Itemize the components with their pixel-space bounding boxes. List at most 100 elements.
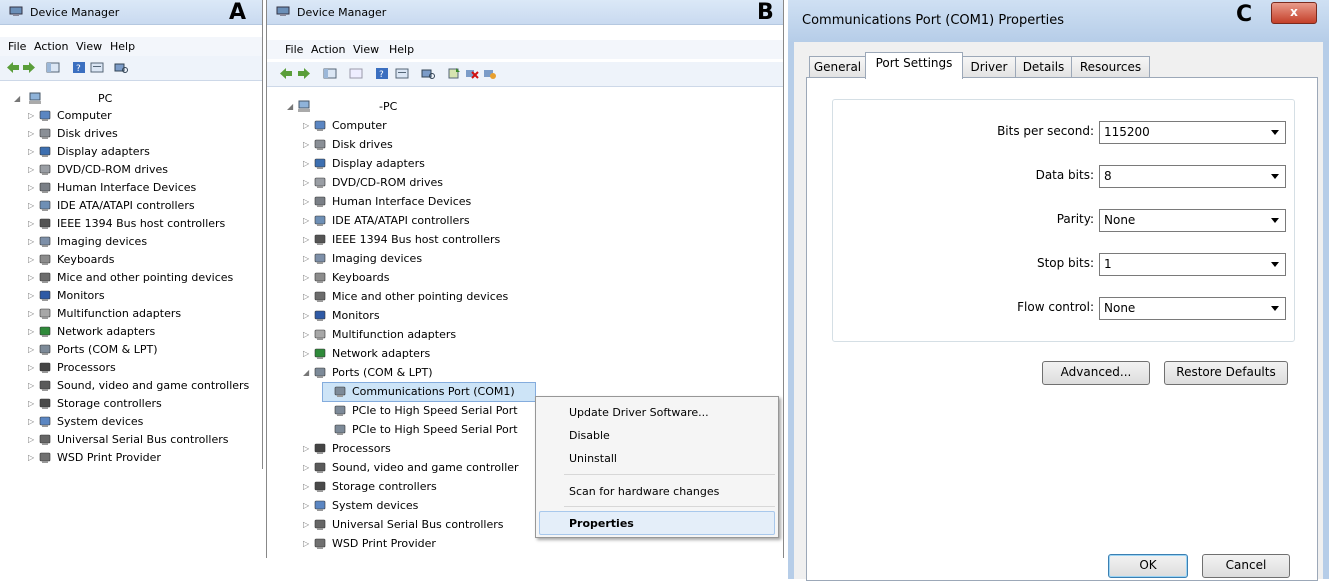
ide-controller-icon (38, 199, 52, 212)
data-bits-select[interactable]: 8 (1099, 165, 1286, 188)
properties-icon[interactable] (90, 61, 104, 74)
cancel-button[interactable]: Cancel (1202, 554, 1290, 578)
expand-arrow-icon[interactable]: ▷ (28, 345, 35, 354)
expand-arrow-icon[interactable]: ▷ (28, 381, 35, 390)
tab-resources[interactable]: Resources (1071, 56, 1150, 78)
expand-arrow-icon[interactable]: ▷ (303, 216, 310, 225)
tab-general[interactable]: General (809, 56, 866, 78)
close-button[interactable]: x (1271, 2, 1317, 24)
expand-arrow-icon[interactable]: ▷ (28, 363, 35, 372)
bits-per-second-select[interactable]: 115200 (1099, 121, 1286, 144)
collapse-arrow-icon[interactable]: ◢ (14, 94, 21, 103)
expand-arrow-icon[interactable]: ▷ (28, 417, 35, 426)
expand-arrow-icon[interactable]: ▷ (28, 147, 35, 156)
collapse-arrow-icon[interactable]: ◢ (287, 102, 294, 111)
tree-item-label: IEEE 1394 Bus host controllers (332, 233, 501, 246)
expand-arrow-icon[interactable]: ▷ (28, 273, 35, 282)
expand-arrow-icon[interactable]: ▷ (303, 273, 310, 282)
expand-arrow-icon[interactable]: ▷ (303, 121, 310, 130)
expand-arrow-icon[interactable]: ▷ (28, 111, 35, 120)
expand-arrow-icon[interactable]: ▷ (303, 444, 310, 453)
menu-file[interactable]: File (8, 40, 26, 53)
scan-hardware-icon[interactable] (114, 61, 128, 74)
show-hide-console-tree-icon[interactable] (323, 67, 337, 80)
expand-arrow-icon[interactable]: ▷ (28, 129, 35, 138)
expand-arrow-icon[interactable]: ▷ (303, 197, 310, 206)
tree-item-label: Sound, video and game controllers (57, 379, 250, 392)
expand-arrow-icon[interactable]: ▷ (28, 237, 35, 246)
flow-control-select[interactable]: None (1099, 297, 1286, 320)
forward-arrow-icon[interactable] (297, 67, 311, 80)
expand-arrow-icon[interactable]: ▷ (303, 159, 310, 168)
menu-item-uninstall[interactable]: Uninstall (536, 447, 778, 469)
menu-action[interactable]: Action (34, 40, 68, 53)
expand-arrow-icon[interactable]: ▷ (28, 327, 35, 336)
tab-details[interactable]: Details (1015, 56, 1072, 78)
help-icon[interactable]: ? (72, 61, 86, 74)
advanced-button[interactable]: Advanced... (1042, 361, 1150, 385)
stop-bits-select[interactable]: 1 (1099, 253, 1286, 276)
usb-icon (313, 518, 327, 531)
show-hide-console-tree-icon[interactable] (46, 61, 60, 74)
expand-arrow-icon[interactable]: ▷ (28, 165, 35, 174)
menu-item-properties[interactable]: Properties (539, 511, 775, 535)
expand-arrow-icon[interactable]: ▷ (28, 201, 35, 210)
expand-arrow-icon[interactable]: ▷ (303, 140, 310, 149)
menu-view[interactable]: View (353, 43, 379, 56)
expand-arrow-icon[interactable]: ▷ (303, 254, 310, 263)
menu-view[interactable]: View (76, 40, 102, 53)
update-driver-icon[interactable] (447, 67, 461, 80)
toolbar-a: ? (0, 56, 262, 81)
disable-device-icon[interactable] (483, 67, 497, 80)
help-icon[interactable]: ? (375, 67, 389, 80)
expand-arrow-icon[interactable]: ▷ (28, 435, 35, 444)
expand-arrow-icon[interactable]: ▷ (28, 291, 35, 300)
expand-arrow-icon[interactable]: ◢ (303, 368, 310, 377)
expand-arrow-icon[interactable]: ▷ (303, 520, 310, 529)
tab-port-settings[interactable]: Port Settings (865, 52, 963, 79)
scan-hardware-icon[interactable] (421, 67, 435, 80)
expand-arrow-icon[interactable]: ▷ (303, 311, 310, 320)
restore-defaults-button[interactable]: Restore Defaults (1164, 361, 1288, 385)
expand-arrow-icon[interactable]: ▷ (28, 183, 35, 192)
expand-arrow-icon[interactable]: ▷ (28, 399, 35, 408)
data-bits-label: Data bits: (1035, 168, 1094, 182)
expand-arrow-icon[interactable]: ▷ (303, 539, 310, 548)
ok-button[interactable]: OK (1108, 554, 1188, 578)
properties-icon[interactable] (395, 67, 409, 80)
expand-arrow-icon[interactable]: ▷ (303, 482, 310, 491)
forward-arrow-icon[interactable] (22, 61, 36, 74)
expand-arrow-icon[interactable]: ▷ (28, 453, 35, 462)
menu-help[interactable]: Help (389, 43, 414, 56)
expand-arrow-icon[interactable]: ▷ (303, 501, 310, 510)
tree-root-a[interactable]: ◢ PC (14, 90, 254, 108)
tree-item-label: DVD/CD-ROM drives (57, 163, 168, 176)
expand-arrow-icon[interactable]: ▷ (303, 235, 310, 244)
parity-select[interactable]: None (1099, 209, 1286, 232)
uninstall-icon[interactable] (465, 67, 479, 80)
menu-item-scan-hardware[interactable]: Scan for hardware changes (536, 480, 778, 502)
menu-help[interactable]: Help (110, 40, 135, 53)
device-manager-window-b: Device Manager B File Action View Help ?… (266, 0, 784, 558)
back-arrow-icon[interactable] (279, 67, 293, 80)
expand-arrow-icon[interactable]: ▷ (28, 309, 35, 318)
processor-icon (313, 442, 327, 455)
expand-arrow-icon[interactable]: ▷ (303, 292, 310, 301)
dialog-title-bar: Communications Port (COM1) Properties C … (788, 0, 1329, 42)
menu-file[interactable]: File (285, 43, 303, 56)
expand-arrow-icon[interactable]: ▷ (28, 219, 35, 228)
menu-action[interactable]: Action (311, 43, 345, 56)
expand-arrow-icon[interactable]: ▷ (303, 349, 310, 358)
menu-item-disable[interactable]: Disable (536, 424, 778, 446)
expand-arrow-icon[interactable]: ▷ (303, 463, 310, 472)
tree-root-b[interactable]: ◢ -PC (287, 98, 587, 116)
expand-arrow-icon[interactable]: ▷ (303, 330, 310, 339)
tab-driver[interactable]: Driver (962, 56, 1016, 78)
expand-arrow-icon[interactable]: ▷ (28, 255, 35, 264)
expand-arrow-icon[interactable]: ▷ (303, 178, 310, 187)
back-arrow-icon[interactable] (6, 61, 20, 74)
port-device-item-selected[interactable]: Communications Port (COM1) (322, 382, 536, 402)
port-icon (38, 343, 52, 356)
menu-item-update-driver[interactable]: Update Driver Software... (536, 401, 778, 423)
up-one-level-icon[interactable] (349, 67, 363, 80)
